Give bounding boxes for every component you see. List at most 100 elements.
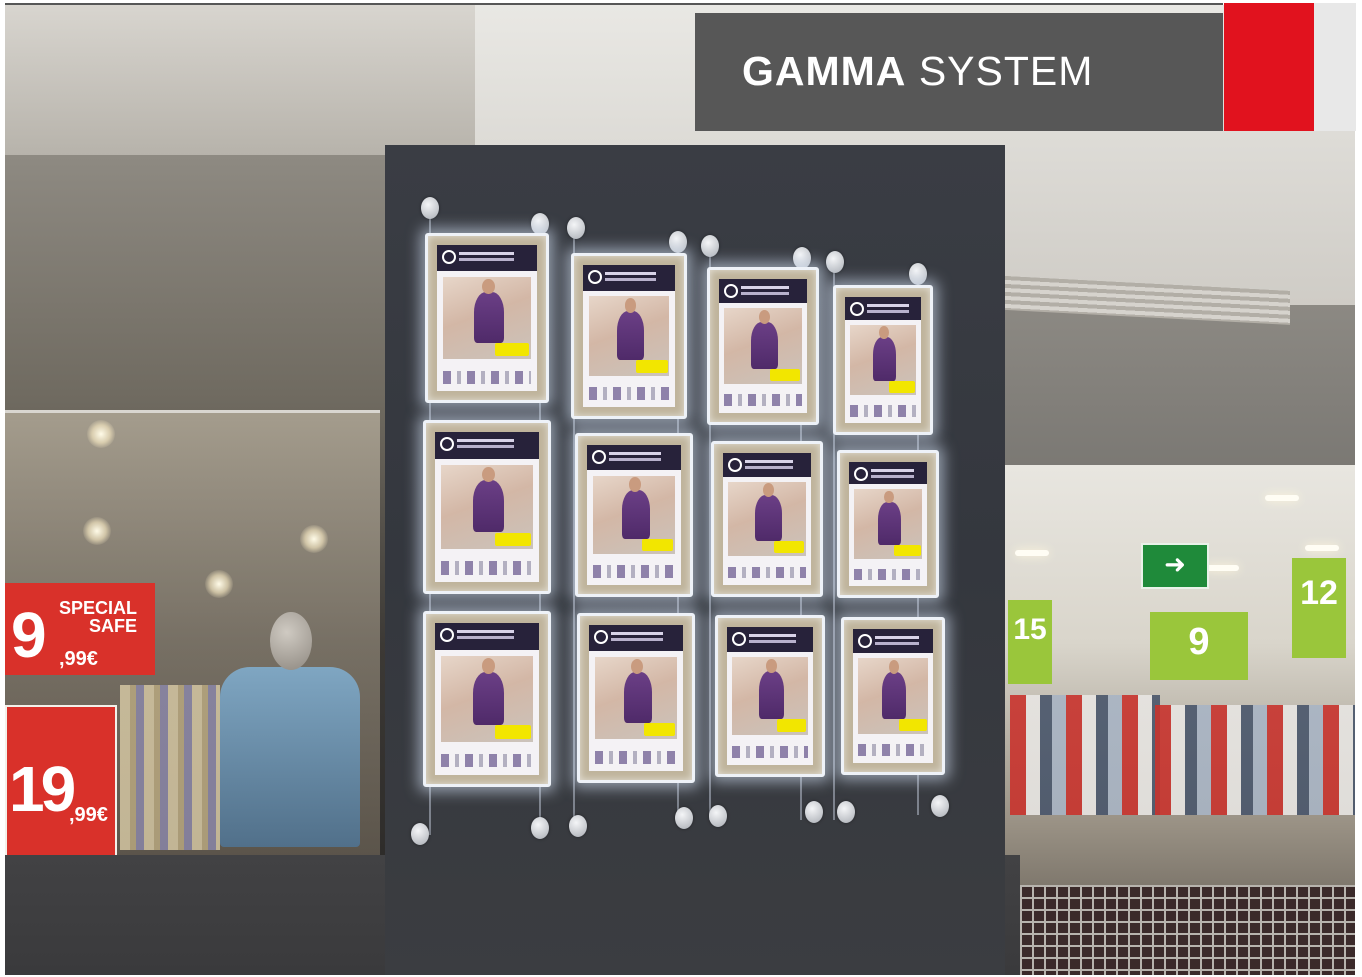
person-figure bbox=[882, 659, 907, 719]
price-tag bbox=[636, 360, 668, 373]
top-hook bbox=[531, 213, 549, 235]
store-ceiling-light bbox=[1305, 545, 1339, 551]
property-poster bbox=[587, 445, 681, 585]
bottom-hook bbox=[675, 807, 693, 829]
store-ceiling-light bbox=[1015, 550, 1049, 556]
price-tag bbox=[770, 368, 800, 381]
person-figure bbox=[623, 658, 652, 723]
property-poster bbox=[849, 462, 927, 586]
price-tag bbox=[899, 718, 927, 731]
property-poster bbox=[719, 279, 807, 413]
bottom-hook bbox=[569, 815, 587, 837]
led-display-panel bbox=[425, 233, 549, 403]
store-banner-number: 12 bbox=[1300, 574, 1338, 612]
led-display-panel bbox=[833, 285, 933, 435]
bottom-hook bbox=[709, 805, 727, 827]
person-figure bbox=[751, 309, 778, 369]
top-hook bbox=[701, 235, 719, 257]
clothes-rack bbox=[120, 685, 220, 850]
led-display-panel bbox=[575, 433, 693, 597]
bottom-hook bbox=[931, 795, 949, 817]
store-banner: 12 bbox=[1292, 558, 1346, 658]
person-figure bbox=[473, 658, 505, 725]
ceiling-light bbox=[83, 517, 111, 545]
sale-sign-big-number: 19 bbox=[9, 753, 76, 825]
property-poster bbox=[589, 625, 683, 771]
person-figure bbox=[872, 326, 896, 382]
property-poster bbox=[583, 265, 675, 407]
bottom-hook bbox=[411, 823, 429, 845]
led-display-panel bbox=[707, 267, 819, 425]
led-display-panel bbox=[423, 420, 551, 594]
brand-title-strong: GAMMA bbox=[742, 48, 907, 94]
property-poster bbox=[853, 629, 933, 763]
property-poster bbox=[437, 245, 537, 391]
sale-sign-cents: ,99€ bbox=[69, 804, 108, 826]
sale-sign-big-number: 9 bbox=[11, 599, 47, 671]
person-figure bbox=[877, 490, 902, 545]
person-figure bbox=[755, 483, 782, 542]
sale-sign-19-99: 19 ,99€ bbox=[5, 705, 117, 859]
running-man-arrow-icon: ➜ bbox=[1164, 550, 1186, 580]
person-figure bbox=[473, 278, 504, 343]
led-display-panel bbox=[841, 617, 945, 775]
led-display-panel bbox=[715, 615, 825, 777]
property-poster bbox=[727, 627, 813, 765]
brand-accent-grey bbox=[1314, 3, 1356, 131]
bottom-hook bbox=[531, 817, 549, 839]
price-tag bbox=[774, 541, 804, 554]
sale-sign-label: SPECIAL SAFE bbox=[58, 598, 137, 636]
price-tag bbox=[894, 545, 921, 557]
led-display-panel bbox=[423, 611, 551, 787]
ceiling-light bbox=[205, 570, 233, 598]
led-display-panel bbox=[837, 450, 939, 598]
ceiling-left bbox=[5, 5, 475, 155]
bottom-hook bbox=[837, 801, 855, 823]
store-photo: SPECIAL SAFE 9 ,99€ 19 ,99€ ➜ 15 9 12 bbox=[5, 5, 1355, 975]
clothes-display bbox=[1155, 705, 1355, 815]
store-banner: 9 bbox=[1150, 612, 1248, 680]
price-tag bbox=[495, 532, 531, 546]
top-hook bbox=[793, 247, 811, 269]
brand-title-light: SYSTEM bbox=[918, 48, 1094, 94]
ceiling-light bbox=[300, 525, 328, 553]
person-figure bbox=[473, 466, 505, 533]
brand-header: GAMMA SYSTEM bbox=[695, 13, 1223, 131]
top-hook bbox=[421, 197, 439, 219]
sale-sign-9-99: SPECIAL SAFE 9 ,99€ bbox=[5, 583, 155, 675]
price-tag bbox=[776, 719, 807, 732]
mannequin-head bbox=[270, 612, 312, 670]
store-ceiling-light bbox=[1265, 495, 1299, 501]
top-hook bbox=[567, 217, 585, 239]
brand-title: GAMMA SYSTEM bbox=[742, 47, 1093, 95]
person-figure bbox=[758, 658, 785, 720]
clothing-bin bbox=[1020, 885, 1355, 975]
bottom-hook bbox=[805, 801, 823, 823]
person-figure bbox=[616, 297, 645, 360]
property-poster bbox=[435, 432, 539, 582]
store-ceiling-light bbox=[1205, 565, 1239, 571]
top-hook bbox=[669, 231, 687, 253]
ceiling-light bbox=[87, 420, 115, 448]
person-figure bbox=[621, 477, 650, 539]
price-tag bbox=[643, 722, 676, 736]
top-hook bbox=[909, 263, 927, 285]
store-banner-number: 9 bbox=[1188, 621, 1210, 663]
brand-accent-red bbox=[1224, 3, 1314, 131]
store-banner: 15 bbox=[1008, 600, 1052, 684]
price-tag bbox=[641, 538, 674, 552]
led-display-panel bbox=[577, 613, 695, 783]
clothes-display bbox=[1010, 695, 1160, 815]
property-poster bbox=[723, 453, 811, 585]
store-banner-number: 15 bbox=[1013, 613, 1047, 646]
led-display-panel bbox=[571, 253, 687, 419]
exit-sign: ➜ bbox=[1141, 543, 1209, 589]
price-tag bbox=[495, 724, 531, 739]
price-tag bbox=[889, 381, 915, 393]
property-poster bbox=[845, 297, 921, 423]
top-hook bbox=[826, 251, 844, 273]
property-poster bbox=[435, 623, 539, 775]
mannequin-body bbox=[220, 667, 360, 847]
price-tag bbox=[495, 342, 529, 356]
sale-sign-cents: ,99€ bbox=[59, 648, 98, 670]
